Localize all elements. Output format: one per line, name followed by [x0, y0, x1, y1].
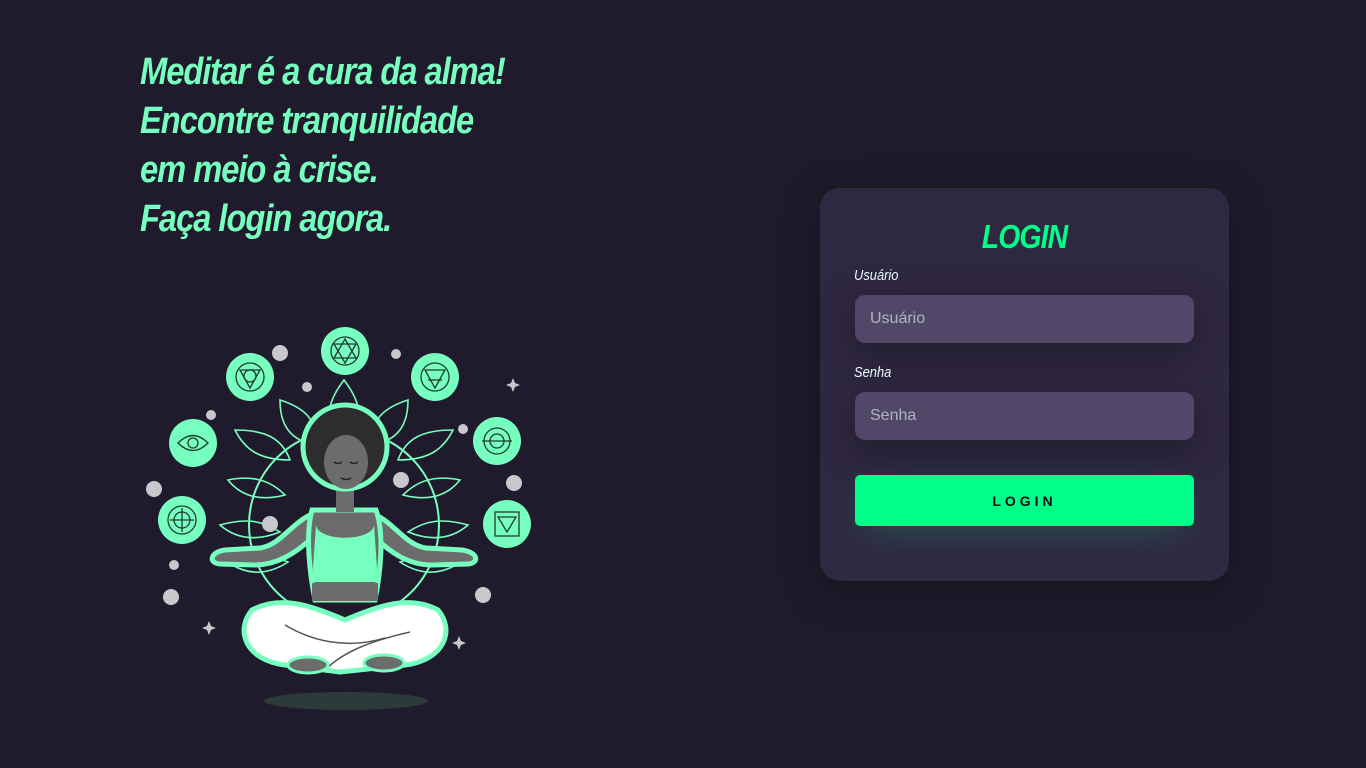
login-page: Meditar é a cura da alma! Encontre tranq… [0, 0, 1366, 768]
login-title: LOGIN [981, 218, 1068, 255]
password-input[interactable] [855, 392, 1194, 440]
headline-line-1: Meditar é a cura da alma! [140, 51, 506, 93]
meditation-illustration [140, 320, 540, 720]
headline-line-3: em meio à crise. [140, 149, 379, 191]
login-card: LOGIN Usuário Senha LOGIN [820, 188, 1229, 581]
username-input[interactable] [855, 295, 1194, 343]
meditating-woman-icon [146, 327, 531, 710]
headline-line-2: Encontre tranquilidade [140, 100, 474, 142]
login-button[interactable]: LOGIN [855, 475, 1194, 526]
password-label: Senha [854, 364, 892, 381]
headline-line-4: Faça login agora. [140, 198, 392, 240]
username-label: Usuário [854, 267, 899, 284]
hero-headline: Meditar é a cura da alma! Encontre tranq… [140, 48, 506, 244]
